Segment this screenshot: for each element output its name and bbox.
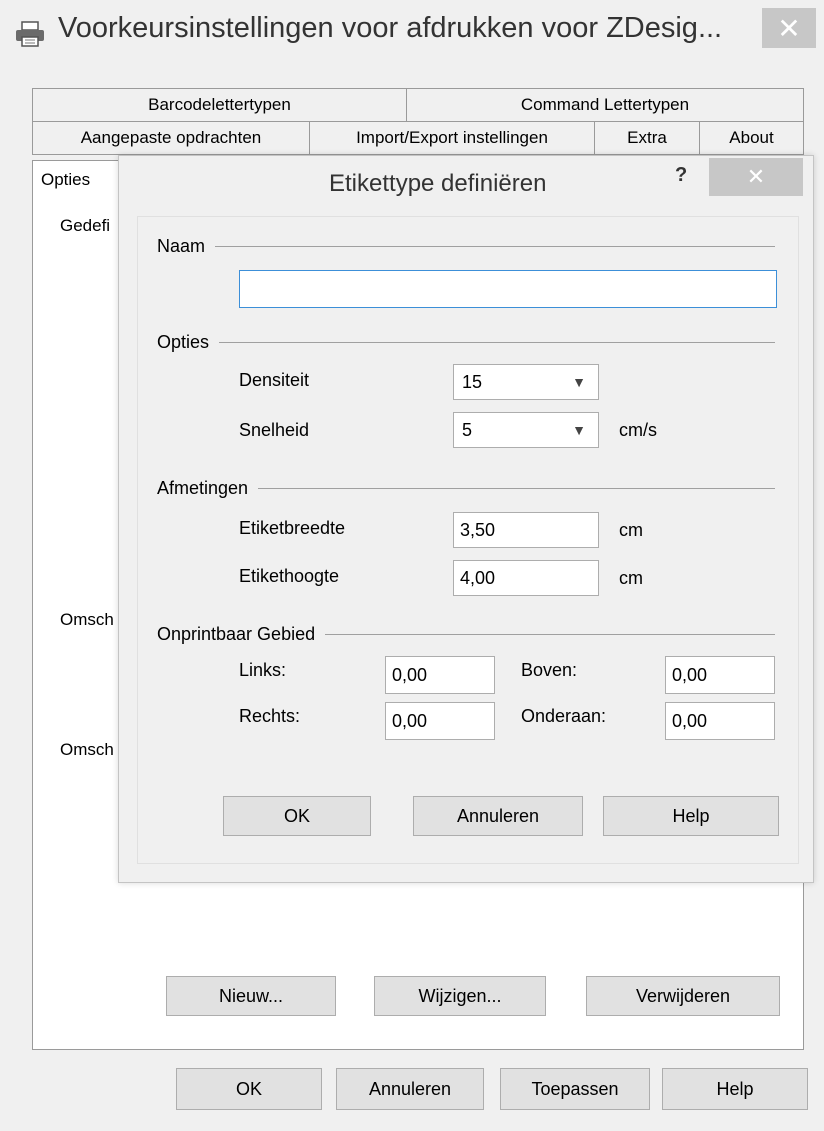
window-title: Voorkeursinstellingen voor afdrukken voo… <box>58 12 723 44</box>
name-section: Naam <box>157 234 775 258</box>
defined-label: Gedefi <box>60 216 111 235</box>
cancel-button[interactable]: Annuleren <box>336 1068 484 1110</box>
name-section-label: Naam <box>157 235 206 256</box>
width-label: Etiketbreedte <box>239 518 346 538</box>
right-label: Rechts: <box>239 706 301 726</box>
left-label: Links: <box>239 660 287 680</box>
dimensions-section-label: Afmetingen <box>157 477 249 498</box>
density-value: 15 <box>462 371 483 392</box>
window-title-bar: Voorkeursinstellingen voor afdrukken voo… <box>0 0 824 66</box>
ok-button[interactable]: OK <box>176 1068 322 1110</box>
tab-import-export[interactable]: Import/Export instellingen <box>309 121 595 155</box>
tab-about[interactable]: About <box>699 121 804 155</box>
window-close-button[interactable]: ✕ <box>762 8 816 48</box>
section-divider <box>258 487 775 489</box>
width-unit: cm <box>619 520 643 540</box>
speed-label: Snelheid <box>239 420 310 440</box>
tab-opties[interactable]: Opties <box>32 160 128 198</box>
bottom-label: Onderaan: <box>521 706 607 726</box>
section-divider <box>325 633 775 635</box>
unprintable-section-label: Onprintbaar Gebied <box>157 623 316 644</box>
tab-command-lettertypen[interactable]: Command Lettertypen <box>406 88 804 122</box>
define-label-type-dialog: Etikettype definiëren ? ✕ Naam Opties De… <box>118 155 814 883</box>
top-input[interactable]: 0,00 <box>665 656 775 694</box>
tab-extra[interactable]: Extra <box>594 121 700 155</box>
dimensions-section: Afmetingen <box>157 476 775 500</box>
width-input[interactable]: 3,50 <box>453 512 599 548</box>
height-unit: cm <box>619 568 643 588</box>
top-label: Boven: <box>521 660 578 680</box>
printer-icon <box>14 20 46 48</box>
height-input[interactable]: 4,00 <box>453 560 599 596</box>
speed-unit: cm/s <box>619 420 657 440</box>
section-divider <box>215 245 775 247</box>
speed-value: 5 <box>462 419 473 440</box>
height-label: Etikethoogte <box>239 566 340 586</box>
density-label: Densiteit <box>239 370 310 390</box>
options-section: Opties <box>157 330 775 354</box>
dialog-ok-button[interactable]: OK <box>223 796 371 836</box>
options-section-label: Opties <box>157 331 210 352</box>
tab-aangepaste-opdrachten[interactable]: Aangepaste opdrachten <box>32 121 310 155</box>
apply-button[interactable]: Toepassen <box>500 1068 650 1110</box>
description-label: Omsch <box>60 610 114 629</box>
right-input[interactable]: 0,00 <box>385 702 495 740</box>
description-label-2: Omsch <box>60 740 114 759</box>
name-input[interactable] <box>239 270 777 308</box>
help-button[interactable]: Help <box>662 1068 808 1110</box>
bottom-input[interactable]: 0,00 <box>665 702 775 740</box>
tab-barcodelettertypen[interactable]: Barcodelettertypen <box>32 88 407 122</box>
density-select[interactable]: 15 ▼ <box>453 364 599 400</box>
left-input[interactable]: 0,00 <box>385 656 495 694</box>
chevron-down-icon: ▼ <box>572 422 586 438</box>
chevron-down-icon: ▼ <box>572 374 586 390</box>
edit-button[interactable]: Wijzigen... <box>374 976 546 1016</box>
new-button[interactable]: Nieuw... <box>166 976 336 1016</box>
dialog-title: Etikettype definiëren <box>329 170 547 197</box>
section-divider <box>219 341 775 343</box>
dialog-help-button[interactable]: Help <box>603 796 779 836</box>
speed-select[interactable]: 5 ▼ <box>453 412 599 448</box>
unprintable-section: Onprintbaar Gebied <box>157 622 775 646</box>
help-question-icon[interactable]: ? <box>675 164 687 187</box>
dialog-cancel-button[interactable]: Annuleren <box>413 796 583 836</box>
delete-button[interactable]: Verwijderen <box>586 976 780 1016</box>
dialog-close-button[interactable]: ✕ <box>709 158 803 196</box>
